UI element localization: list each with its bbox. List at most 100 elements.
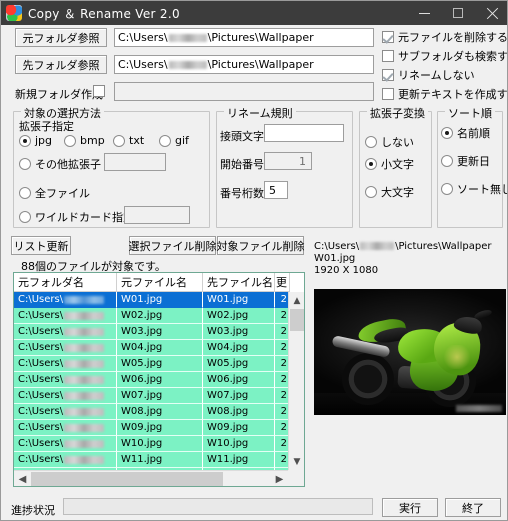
cell-folder-redacted: [64, 407, 105, 416]
radio-ext-jpg[interactable]: jpg: [19, 134, 52, 147]
radio-label: その他拡張子: [35, 158, 101, 171]
new-folder-name-input[interactable]: [114, 82, 374, 101]
column-header-dest-file[interactable]: 先ファイル名: [203, 273, 275, 292]
scrollbar-corner: [288, 470, 304, 486]
wildcard-input[interactable]: [124, 206, 190, 224]
prefix-label: 接頭文字: [220, 130, 264, 143]
preview-watermark: [456, 405, 502, 412]
dest-folder-browse-button[interactable]: 先フォルダ参照: [15, 55, 107, 74]
minimize-button[interactable]: [407, 1, 441, 25]
source-folder-browse-button[interactable]: 元フォルダ参照: [15, 28, 107, 47]
radio-circle: [19, 187, 31, 199]
scroll-down-icon[interactable]: ▼: [289, 453, 304, 470]
scroll-up-icon[interactable]: ▲: [289, 292, 304, 309]
radio-sort-none[interactable]: ソート無し: [441, 181, 508, 197]
rename-rules-group-title: リネーム規則: [224, 105, 296, 121]
radio-sort-name[interactable]: 名前順: [441, 125, 490, 141]
progress-label: 進捗状況: [11, 504, 55, 517]
cell-source-folder: C:\Users\: [14, 324, 117, 340]
radio-label: gif: [175, 134, 189, 147]
execute-button[interactable]: 実行: [382, 498, 438, 517]
radio-circle: [365, 158, 377, 170]
delete-selected-files-button[interactable]: 選択ファイル削除: [129, 236, 217, 255]
exit-button[interactable]: 終了: [445, 498, 501, 517]
cell-folder-text: C:\Users\: [18, 390, 64, 401]
cell-folder-redacted: [64, 343, 105, 352]
prefix-input[interactable]: [264, 124, 344, 142]
column-header-source-folder[interactable]: 元フォルダ名: [14, 273, 117, 292]
cell-source-folder: C:\Users\: [14, 308, 117, 324]
progress-bar: [63, 498, 373, 515]
close-button[interactable]: [475, 1, 507, 25]
radio-all-files[interactable]: 全ファイル: [19, 185, 90, 201]
radio-label: ワイルドカード指定: [35, 211, 134, 224]
new-folder-checkbox[interactable]: [93, 85, 109, 97]
horizontal-scroll-thumb[interactable]: [31, 472, 223, 486]
scroll-right-icon[interactable]: ▶: [271, 471, 288, 486]
table-row[interactable]: C:\Users\ W01.jpg W01.jpg 2: [14, 292, 290, 308]
dest-path-redacted: [168, 60, 207, 69]
radio-ext-convert-upper[interactable]: 大文字: [365, 184, 414, 200]
table-row[interactable]: C:\Users\ W07.jpg W07.jpg 2: [14, 388, 290, 404]
option-create-update-text[interactable]: 更新テキストを作成する: [382, 86, 507, 102]
radio-circle: [365, 186, 377, 198]
application-window: Copy ＆ Rename Ver 2.0 元フォルダ参照 C:\Users\ \…: [0, 0, 508, 521]
radio-circle: [64, 134, 76, 147]
extension-spec-label: 拡張子指定: [19, 120, 74, 133]
option-search-subfolders[interactable]: サブフォルダも検索する: [382, 48, 507, 64]
new-folder-label: 新規フォルダ作成: [15, 88, 103, 101]
cell-folder-text: C:\Users\: [18, 294, 64, 305]
table-row[interactable]: C:\Users\ W02.jpg W02.jpg 2: [14, 308, 290, 324]
table-row[interactable]: C:\Users\ W03.jpg W03.jpg 2: [14, 324, 290, 340]
refresh-list-button[interactable]: リスト更新: [11, 236, 71, 255]
radio-sort-date[interactable]: 更新日: [441, 153, 490, 169]
cell-source-file: W02.jpg: [117, 308, 203, 324]
table-row[interactable]: C:\Users\ W08.jpg W08.jpg 2: [14, 404, 290, 420]
table-row[interactable]: C:\Users\ W09.jpg W09.jpg 2: [14, 420, 290, 436]
delete-target-files-button[interactable]: 対象ファイル削除: [217, 236, 305, 255]
radio-label: 全ファイル: [35, 187, 90, 200]
cell-source-folder: C:\Users\: [14, 340, 117, 356]
file-list-body: C:\Users\ W01.jpg W01.jpg 2 C:\Users\ W0…: [14, 292, 290, 470]
radio-ext-convert-lower[interactable]: 小文字: [365, 156, 414, 172]
digits-input[interactable]: 5: [264, 181, 288, 199]
radio-ext-convert-none[interactable]: しない: [365, 134, 414, 150]
radio-ext-txt[interactable]: txt: [113, 134, 144, 147]
close-icon: [486, 7, 499, 20]
radio-ext-gif[interactable]: gif: [159, 134, 189, 147]
image-preview: [314, 289, 506, 415]
scroll-left-icon[interactable]: ◀: [14, 471, 31, 486]
cell-folder-text: C:\Users\: [18, 406, 64, 417]
table-row[interactable]: C:\Users\ W05.jpg W05.jpg 2: [14, 356, 290, 372]
table-row[interactable]: C:\Users\ W11.jpg W11.jpg 2: [14, 452, 290, 468]
radio-other-extension[interactable]: その他拡張子: [19, 156, 101, 172]
extension-convert-group-title: 拡張子変換: [367, 105, 428, 121]
start-number-input[interactable]: 1: [264, 152, 312, 170]
dest-folder-path-input[interactable]: C:\Users\ \Pictures\Wallpaper: [114, 55, 374, 74]
list-horizontal-scrollbar[interactable]: ◀ ▶: [14, 470, 288, 486]
cell-dest-file: W06.jpg: [203, 372, 275, 388]
vertical-scroll-thumb[interactable]: [290, 309, 304, 331]
radio-wildcard[interactable]: ワイルドカード指定: [19, 209, 134, 225]
cell-source-file: W01.jpg: [117, 292, 203, 308]
radio-label: ソート無し: [457, 183, 508, 196]
cell-dest-file: W11.jpg: [203, 452, 275, 468]
column-header-modified[interactable]: 更: [275, 273, 290, 292]
radio-ext-bmp[interactable]: bmp: [64, 134, 105, 147]
radio-label: 小文字: [381, 158, 414, 171]
maximize-icon: [453, 8, 463, 18]
list-vertical-scrollbar[interactable]: ▲ ▼: [288, 292, 304, 470]
cell-folder-redacted: [64, 391, 105, 400]
option-delete-source-files[interactable]: 元ファイルを削除する: [382, 29, 507, 45]
file-list[interactable]: 元フォルダ名 元ファイル名 先ファイル名 更 C:\Users\ W01.jpg…: [13, 272, 305, 487]
table-row[interactable]: C:\Users\ W04.jpg W04.jpg 2: [14, 340, 290, 356]
table-row[interactable]: C:\Users\ W10.jpg W10.jpg 2: [14, 436, 290, 452]
maximize-button[interactable]: [441, 1, 475, 25]
cell-source-folder: C:\Users\: [14, 292, 117, 308]
other-extension-input[interactable]: [104, 153, 166, 171]
option-no-rename[interactable]: リネームしない: [382, 67, 475, 83]
source-folder-path-input[interactable]: C:\Users\ \Pictures\Wallpaper: [114, 28, 374, 47]
column-header-source-file[interactable]: 元ファイル名: [117, 273, 203, 292]
table-row[interactable]: C:\Users\ W06.jpg W06.jpg 2: [14, 372, 290, 388]
cell-dest-file: W04.jpg: [203, 340, 275, 356]
